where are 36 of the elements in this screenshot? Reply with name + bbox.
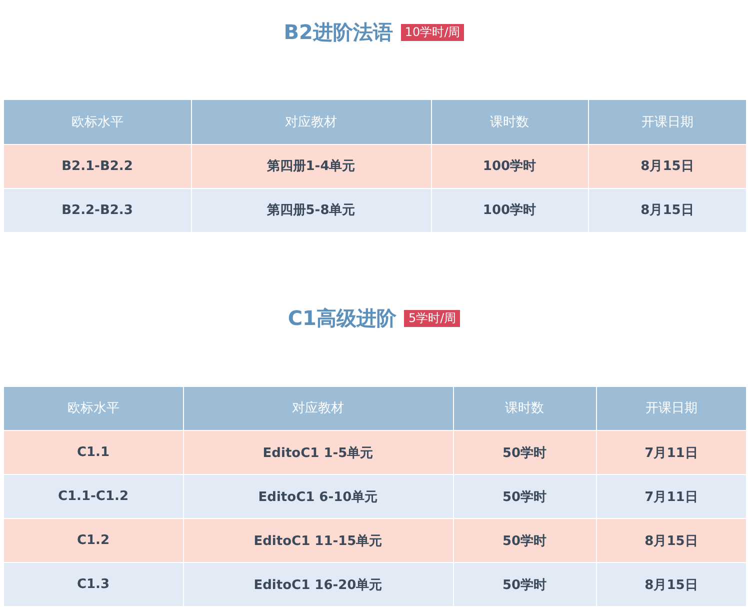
column-header: 对应教材	[191, 100, 431, 144]
column-header: 课时数	[431, 100, 588, 144]
table-cell: 100学时	[431, 144, 588, 188]
table-cell: 7月11日	[596, 474, 746, 518]
column-header: 开课日期	[596, 386, 746, 430]
hours-badge: 10学时/周	[400, 24, 464, 40]
table-cell: EditoC1 11-15单元	[183, 518, 453, 562]
table-cell: 第四册5-8单元	[191, 188, 431, 232]
table-cell: 50学时	[453, 474, 596, 518]
column-header: 对应教材	[183, 386, 453, 430]
table-cell: EditoC1 16-20单元	[183, 562, 453, 606]
table-cell: 50学时	[453, 518, 596, 562]
column-header: 欧标水平	[4, 386, 183, 430]
column-header: 欧标水平	[4, 100, 191, 144]
table-cell: 第四册1-4单元	[191, 144, 431, 188]
table-cell: C1.3	[4, 562, 183, 606]
section-title: C1高级进阶	[288, 305, 396, 332]
table-cell: 50学时	[453, 430, 596, 474]
column-header: 课时数	[453, 386, 596, 430]
table-cell: EditoC1 6-10单元	[183, 474, 453, 518]
table-cell: 7月11日	[596, 430, 746, 474]
table-cell: 100学时	[431, 188, 588, 232]
table-cell: 8月15日	[588, 144, 746, 188]
column-header: 开课日期	[588, 100, 746, 144]
table-cell: C1.2	[4, 518, 183, 562]
table-cell: 50学时	[453, 562, 596, 606]
table-cell: EditoC1 1-5单元	[183, 430, 453, 474]
table-cell: C1.1	[4, 430, 183, 474]
table-cell: 8月15日	[596, 518, 746, 562]
table-cell: C1.1-C1.2	[4, 474, 183, 518]
table-cell: B2.2-B2.3	[4, 188, 191, 232]
table-cell: 8月15日	[588, 188, 746, 232]
table-cell: B2.1-B2.2	[4, 144, 191, 188]
hours-badge: 5学时/周	[404, 310, 460, 327]
table-cell: 8月15日	[596, 562, 746, 606]
section-title: B2进阶法语	[284, 18, 393, 46]
